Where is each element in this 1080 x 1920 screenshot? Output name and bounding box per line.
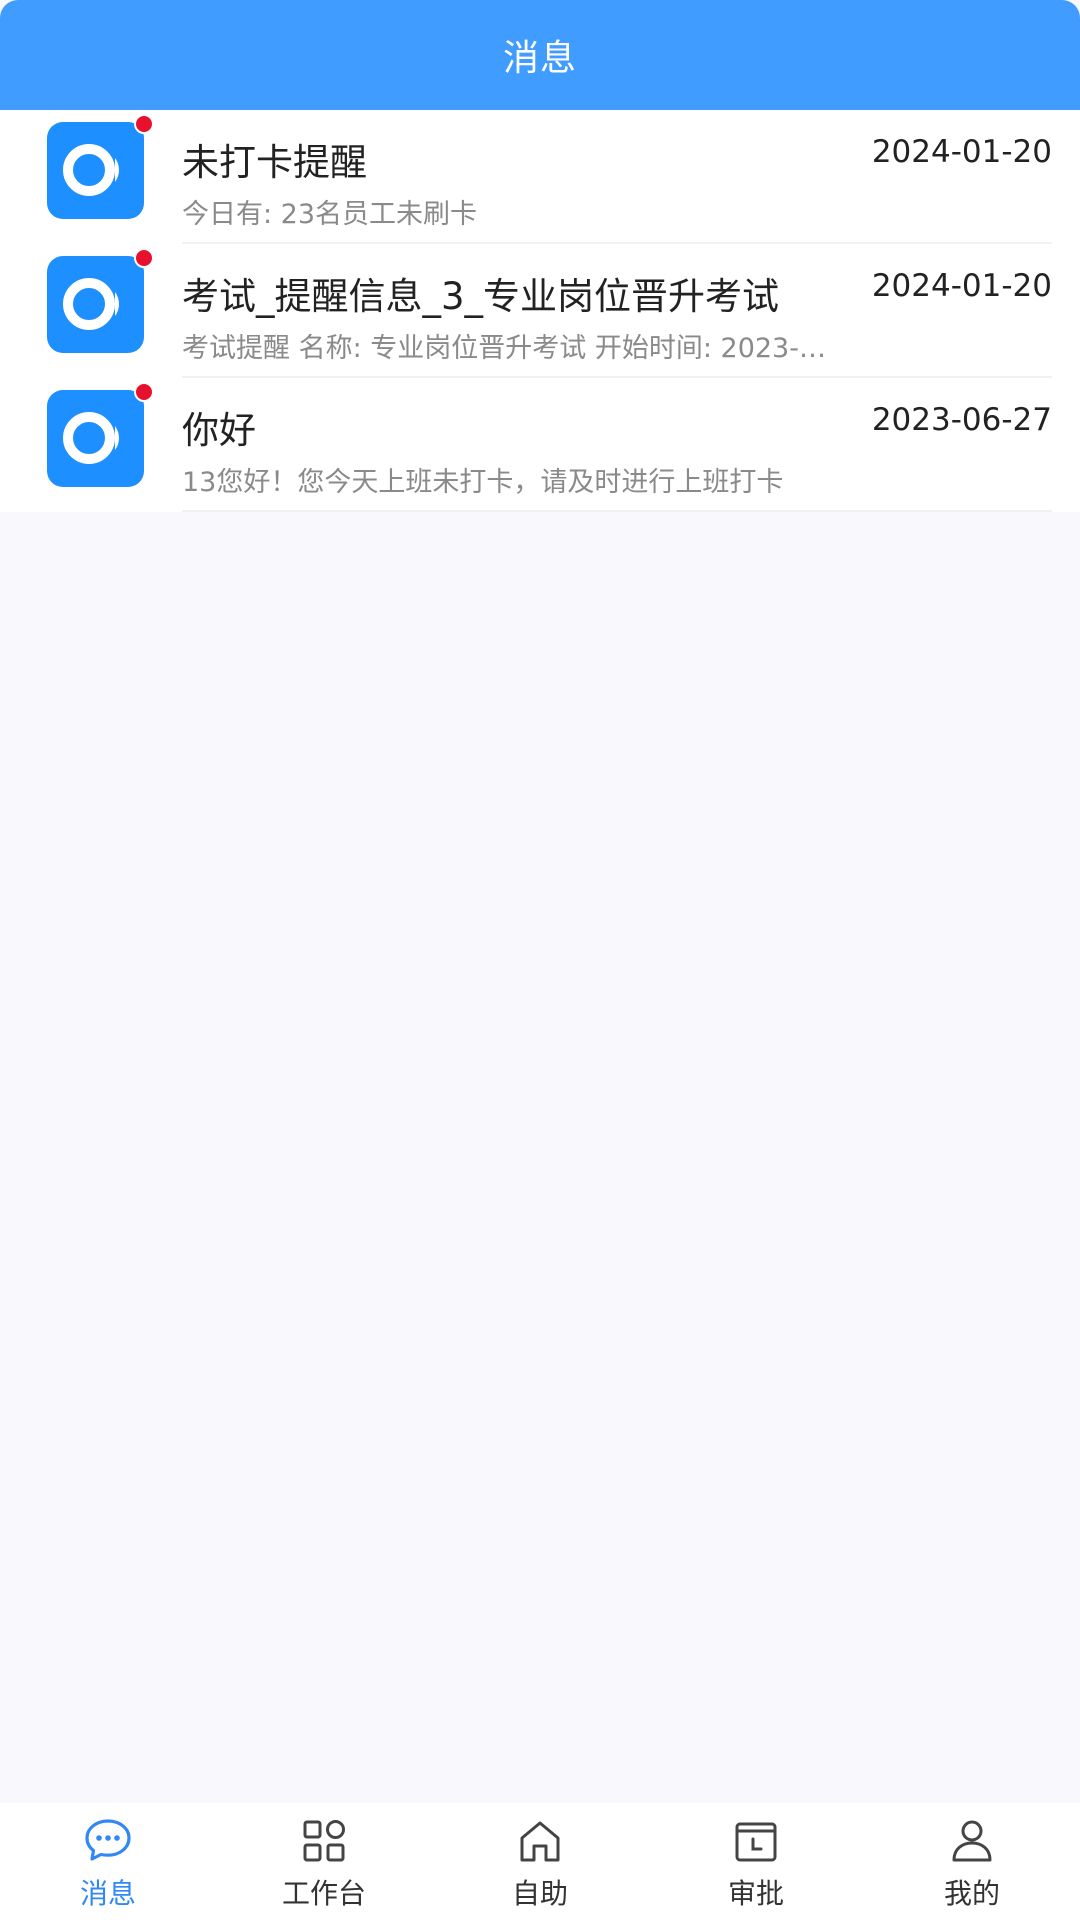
grid-apps-icon bbox=[303, 1820, 345, 1862]
app-logo-icon bbox=[47, 382, 154, 487]
message-title: 考试_提醒信息_3_专业岗位晋升考试 bbox=[182, 275, 780, 318]
chat-bubble-icon bbox=[85, 1819, 131, 1861]
unread-dot bbox=[134, 248, 154, 268]
app-logo-icon bbox=[47, 248, 154, 353]
tab-mine[interactable]: 我的 bbox=[864, 1803, 1080, 1920]
tab-workbench[interactable]: 工作台 bbox=[216, 1803, 432, 1920]
home-icon bbox=[520, 1821, 560, 1862]
calendar-clock-icon bbox=[735, 1822, 777, 1862]
message-item[interactable]: 考试_提醒信息_3_专业岗位晋升考试 2024-01-20 考试提醒 名称: 专… bbox=[0, 244, 1080, 378]
message-date: 2023-06-27 bbox=[871, 402, 1052, 438]
top-bar: 消息 bbox=[0, 0, 1080, 110]
page-title: 消息 bbox=[502, 38, 577, 79]
message-date: 2024-01-20 bbox=[871, 134, 1052, 170]
message-title: 未打卡提醒 bbox=[182, 141, 367, 184]
app-logo-icon bbox=[47, 114, 154, 219]
message-item[interactable]: 你好 2023-06-27 13您好！您今天上班未打卡，请及时进行上班打卡 bbox=[0, 378, 1080, 512]
tab-approval[interactable]: 审批 bbox=[648, 1803, 864, 1920]
message-title: 你好 bbox=[182, 409, 256, 452]
bottom-tab-bar: 消息 工作台 自助 审批 我的 bbox=[0, 1803, 1080, 1920]
app-root: 消息 未打卡提醒 2024-01-20 今日有: 23名员工未刷卡 考试_提醒信… bbox=[0, 0, 1080, 1920]
message-item[interactable]: 未打卡提醒 2024-01-20 今日有: 23名员工未刷卡 bbox=[0, 110, 1080, 244]
message-date: 2024-01-20 bbox=[871, 268, 1052, 304]
tab-label: 我的 bbox=[943, 1877, 1000, 1910]
tab-label: 工作台 bbox=[281, 1877, 366, 1910]
message-preview: 今日有: 23名员工未刷卡 bbox=[182, 199, 478, 230]
message-content: 你好 2023-06-27 13您好！您今天上班未打卡，请及时进行上班打卡 bbox=[182, 378, 1052, 512]
tab-self-service[interactable]: 自助 bbox=[432, 1803, 648, 1920]
tab-label: 审批 bbox=[727, 1877, 784, 1910]
unread-dot bbox=[134, 382, 154, 402]
message-preview: 考试提醒 名称: 专业岗位晋升考试 开始时间: 2023-… bbox=[182, 333, 826, 364]
message-list: 未打卡提醒 2024-01-20 今日有: 23名员工未刷卡 考试_提醒信息_3… bbox=[0, 110, 1080, 512]
message-content: 考试_提醒信息_3_专业岗位晋升考试 2024-01-20 考试提醒 名称: 专… bbox=[182, 244, 1052, 378]
message-preview: 13您好！您今天上班未打卡，请及时进行上班打卡 bbox=[182, 467, 784, 498]
user-icon bbox=[952, 1820, 992, 1862]
tab-messages[interactable]: 消息 bbox=[0, 1803, 216, 1920]
unread-dot bbox=[134, 114, 154, 134]
tab-label: 自助 bbox=[511, 1877, 568, 1910]
message-content: 未打卡提醒 2024-01-20 今日有: 23名员工未刷卡 bbox=[182, 110, 1052, 244]
tab-label: 消息 bbox=[79, 1877, 136, 1910]
